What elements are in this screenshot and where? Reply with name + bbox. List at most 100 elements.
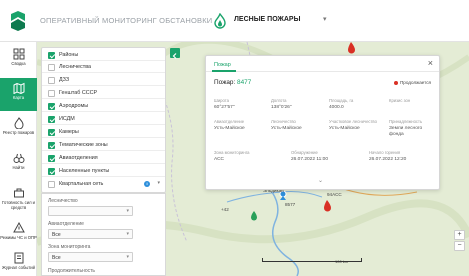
logo-icon (11, 11, 25, 31)
aviation-select[interactable]: Все ▾ (48, 229, 133, 239)
zoom-in-button[interactable]: + (454, 230, 465, 240)
layer-checkbox[interactable] (48, 129, 55, 136)
fire-number[interactable]: 8477 (237, 79, 251, 86)
field-value: 26.07.2022 12:20 (369, 157, 407, 162)
nav-item-journal[interactable]: Журнал событий (0, 248, 37, 276)
fire-title-prefix: Пожар: (214, 79, 236, 86)
info-icon[interactable]: i (144, 181, 150, 187)
nav-item-find[interactable]: Найти (0, 148, 37, 181)
nav-label: Журнал событий (2, 265, 35, 270)
field-value: 26.07.2022 11:00 (291, 157, 328, 162)
chevron-down-icon[interactable]: ⌄ (318, 177, 323, 184)
field-value: АСС (214, 157, 225, 162)
nav-item-summary[interactable]: Сводка (0, 44, 37, 77)
field-label: Зона мониторинга (214, 150, 250, 155)
field-label: Лесничество (271, 119, 296, 124)
nav-item-forces[interactable]: Готовность сил и средств (0, 183, 37, 216)
nav-label: Карта (12, 95, 25, 100)
field-label: Кризис зон (389, 98, 411, 103)
layer-label: ДЗЗ (59, 77, 70, 83)
layer-label: Квартальная сеть (59, 181, 104, 187)
layers-toggle-button[interactable] (170, 48, 180, 59)
layer-label: Лесничества (59, 64, 91, 70)
layer-item-cameras[interactable]: Камеры (42, 127, 165, 138)
field-label: Принадлежность (389, 119, 423, 124)
field-label: Начало горения (369, 150, 401, 155)
field-label: Обнаружение (291, 150, 318, 155)
fire-popup: Пожар × Пожар: 8477 Продолжается Широта … (205, 55, 440, 190)
field-label: Широта (214, 98, 229, 103)
tab-fire[interactable]: Пожар (214, 62, 231, 68)
layer-checkbox[interactable] (48, 142, 55, 149)
chevron-down-icon[interactable]: ▾ (323, 15, 327, 23)
layer-item-settlements[interactable]: Населенные пункты (42, 166, 165, 177)
field-value: Земли лесного фонда (389, 126, 423, 137)
zoom-out-button[interactable]: − (454, 241, 465, 251)
layer-checkbox[interactable] (48, 77, 55, 84)
forestry-select[interactable]: ▾ (48, 206, 133, 216)
chevron-down-icon: ▾ (126, 208, 129, 214)
field-label: Участковое лесничество (329, 119, 377, 124)
nav-item-map[interactable]: Карта (0, 78, 37, 111)
layer-item-genshtab[interactable]: Генштаб СССР (42, 88, 165, 99)
aviation-select-value: Все (52, 232, 61, 238)
layer-item-forestries[interactable]: Лесничества (42, 62, 165, 73)
layer-checkbox[interactable] (48, 155, 55, 162)
map-label-code: 8577 (285, 202, 296, 207)
layer-label: Авиаотделения (59, 155, 98, 161)
field-label: Авиаотделение (214, 119, 245, 124)
dashboard-icon (13, 48, 24, 60)
zone-filter-label: Зона мониторинга (48, 244, 91, 250)
aviation-filter-label: Авиаотделение (48, 221, 84, 227)
layer-item-thematic-zones[interactable]: Тематические зоны (42, 140, 165, 151)
layer-label: Аэродромы (59, 103, 89, 109)
chevron-down-icon: ▾ (126, 254, 129, 260)
left-nav: Сводка Карта Реестр пожаров Найти Готовн… (0, 42, 37, 276)
layer-checkbox[interactable] (48, 90, 55, 97)
nav-label: Реестр пожаров (2, 130, 35, 135)
forest-fire-icon (214, 13, 226, 29)
layers-panel: Районы Лесничества ДЗЗ Генштаб СССР Аэро… (41, 47, 166, 193)
binoculars-icon (13, 153, 24, 163)
layer-checkbox[interactable] (48, 103, 55, 110)
layer-label: Камеры (59, 129, 79, 135)
field-value: 60°27'57" (214, 105, 235, 110)
fire-registry-icon (13, 117, 24, 129)
duration-filter-label: Продолжительность (48, 268, 95, 274)
status-dot-icon (394, 80, 398, 85)
layer-checkbox[interactable] (48, 64, 55, 71)
emergency-modes-icon (12, 222, 25, 233)
layer-checkbox[interactable] (48, 168, 55, 175)
chevron-down-icon: ▾ (126, 231, 129, 237)
layer-checkbox[interactable] (48, 52, 55, 59)
nav-item-fire-registry[interactable]: Реестр пожаров (0, 113, 37, 146)
status-badge: Продолжается (394, 80, 431, 85)
chevron-down-icon[interactable]: ▾ (157, 180, 160, 186)
layer-label: ИСДМ (59, 116, 75, 122)
layer-label: Районы (59, 52, 79, 58)
layer-item-districts[interactable]: Районы (42, 50, 165, 61)
layer-item-isdm[interactable]: ИСДМ (42, 114, 165, 125)
tab-active-indicator (212, 70, 236, 72)
field-value: Усть-Майское (214, 126, 245, 131)
layer-item-airfields[interactable]: Аэродромы (42, 101, 165, 112)
layer-checkbox[interactable] (48, 116, 55, 123)
field-value: 138°0'26" (271, 105, 292, 110)
forestry-filter-label: Лесничество (48, 198, 78, 204)
app-title: ОПЕРАТИВНЫЙ МОНИТОРИНГ ОБСТАНОВКИ (40, 16, 213, 25)
layer-checkbox[interactable] (48, 181, 55, 188)
layer-item-aviation-units[interactable]: Авиаотделения (42, 153, 165, 164)
map-label-marker: +42 (221, 207, 229, 212)
close-icon[interactable]: × (428, 59, 433, 68)
zone-select[interactable]: Все ▾ (48, 252, 133, 262)
layer-item-quarter-grid[interactable]: Квартальная сеть i ▾ (42, 179, 165, 190)
layer-item-dzz[interactable]: ДЗЗ (42, 75, 165, 86)
top-bar: ОПЕРАТИВНЫЙ МОНИТОРИНГ ОБСТАНОВКИ ЛЕСНЫЕ… (0, 0, 469, 42)
status-text: Продолжается (400, 80, 431, 85)
nav-label: Найти (12, 165, 25, 170)
layer-label: Тематические зоны (59, 142, 108, 148)
module-title[interactable]: ЛЕСНЫЕ ПОЖАРЫ (234, 16, 300, 23)
forces-icon (13, 188, 24, 198)
nav-item-emergency-modes[interactable]: Режимы ЧС и ОПР (0, 218, 37, 251)
field-value: Усть-Майское (329, 126, 360, 131)
